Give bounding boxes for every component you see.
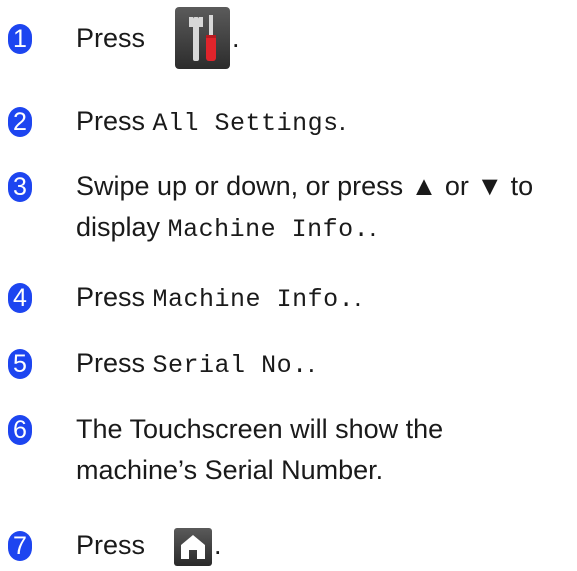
step-3-display-label: display — [76, 212, 161, 242]
step-1-period: . — [232, 23, 240, 53]
step-number-2: 2 — [8, 107, 32, 137]
settings-tools-button[interactable] — [175, 7, 230, 69]
step-number-7: 7 — [8, 531, 32, 561]
step-4-setting-name: Machine Info. — [152, 285, 355, 314]
step-number-1: 1 — [8, 24, 32, 54]
step-number-5: 5 — [8, 349, 32, 379]
home-icon — [181, 535, 205, 559]
step-number-4: 4 — [8, 283, 32, 313]
step-5-setting-name: Serial No. — [152, 351, 308, 380]
tools-icon — [189, 15, 216, 61]
step-3-setting-name: Machine Info. — [167, 215, 370, 244]
step-6-line-2: machine’s Serial Number. — [76, 455, 384, 485]
step-2-text: Press All Settings. — [76, 102, 346, 143]
step-2-period: . — [338, 106, 347, 136]
step-number-3: 3 — [8, 172, 32, 202]
step-7-press-label: Press — [76, 530, 146, 560]
step-5-press-label: Press — [76, 348, 146, 378]
step-3-period: . — [369, 212, 377, 242]
step-4-text: Press Machine Info.. — [76, 278, 362, 319]
step-2-press-label: Press — [76, 106, 146, 136]
step-3-line-1: Swipe up or down, or press ▲ or ▼ to — [76, 171, 534, 201]
step-4-press-label: Press — [76, 282, 146, 312]
step-5-period: . — [307, 348, 316, 378]
step-6-line-1: The Touchscreen will show the — [76, 414, 444, 444]
home-button[interactable] — [174, 528, 212, 566]
step-1-press-label: Press — [76, 23, 146, 53]
step-2-setting-name: All Settings — [152, 109, 339, 138]
step-number-6: 6 — [8, 415, 32, 445]
step-1-text: Press — [76, 19, 145, 57]
step-5-text: Press Serial No.. — [76, 344, 315, 385]
step-7-period: . — [214, 530, 222, 560]
step-4-period: . — [354, 282, 362, 312]
step-3-line-2: display Machine Info.. — [76, 208, 377, 249]
step-7-text: Press — [76, 526, 145, 564]
